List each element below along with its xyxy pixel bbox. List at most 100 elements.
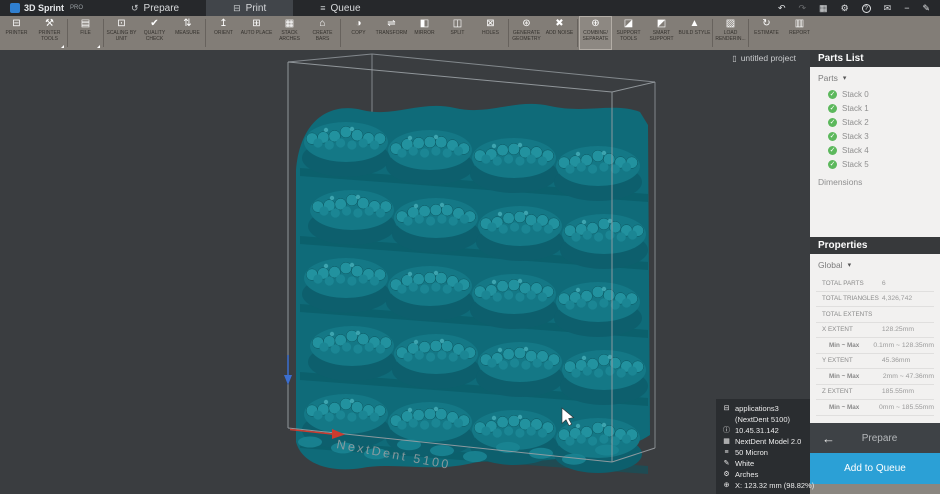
toolbar-label: SPLIT [451, 31, 465, 37]
list-item-stack-1[interactable]: ✓Stack 1 [810, 101, 940, 115]
more-indicator [97, 45, 100, 48]
redo-icon[interactable]: ↷ [799, 3, 807, 13]
properties-table: TOTAL PARTS6TOTAL TRIANGLES4,326,742TOTA… [816, 276, 934, 416]
toolbar-holes[interactable]: ⊠HOLES [474, 16, 507, 50]
toolbar-file[interactable]: ▤FILE [69, 16, 102, 50]
property-row-z-extent: Z EXTENT185.55mm [816, 385, 934, 401]
toolbar-separator [103, 19, 104, 47]
toolbar-separator [67, 19, 68, 47]
toolbar-stack-arches[interactable]: ▦STACK ARCHES [273, 16, 306, 50]
property-label: Z EXTENT [816, 388, 882, 395]
parts-group-toggle[interactable]: Parts ▾ [810, 67, 940, 87]
orient-icon: ↥ [219, 18, 227, 30]
toolbar-separator [577, 19, 578, 47]
toolbar-transform[interactable]: ⇌TRANSFORM [375, 16, 408, 50]
toolbar-label: REPORT [789, 31, 810, 37]
dimensions-section[interactable]: Dimensions [810, 171, 940, 193]
undo-icon[interactable]: ↶ [778, 3, 786, 13]
toolbar-copy[interactable]: ◑COPY [342, 16, 375, 50]
property-label: TOTAL TRIANGLES [816, 295, 882, 302]
list-item-stack-2[interactable]: ✓Stack 2 [810, 115, 940, 129]
prepare-nav[interactable]: ← Prepare [810, 423, 940, 453]
toolbar-mirror[interactable]: ◧MIRROR [408, 16, 441, 50]
stack-label: Stack 1 [842, 104, 869, 113]
toolbar-split[interactable]: ◫SPLIT [441, 16, 474, 50]
app-logo-icon [10, 3, 20, 13]
estimate-icon: ↻ [762, 18, 770, 30]
split-icon: ◫ [453, 18, 462, 30]
back-arrow-icon[interactable]: ← [810, 431, 845, 446]
toolbar-build-style[interactable]: ▲BUILD STYLE [678, 16, 711, 50]
toolbar-generate-geometry[interactable]: ⊛GENERATE GEOMETRY [510, 16, 543, 50]
toolbar-label: COMBINE/ SEPARATE [579, 31, 612, 42]
toolbar-combine-separate[interactable]: ⊕COMBINE/ SEPARATE [579, 16, 612, 50]
toolbar-estimate[interactable]: ↻ESTIMATE [750, 16, 783, 50]
tab-prepare[interactable]: ↺Prepare [104, 0, 206, 16]
toolbar-label: PRINTER [6, 31, 28, 37]
info-line: ✎White [722, 459, 806, 469]
list-item-stack-3[interactable]: ✓Stack 3 [810, 129, 940, 143]
toolbar-report[interactable]: ▥REPORT [783, 16, 816, 50]
list-item-stack-4[interactable]: ✓Stack 4 [810, 143, 940, 157]
toolbar-label: TRANSFORM [376, 31, 408, 37]
chevron-down-icon: ▾ [848, 261, 852, 269]
ip-icon: ⓘ [722, 426, 731, 436]
prepare-button[interactable]: Prepare [845, 433, 940, 444]
mail-icon[interactable]: ✉ [884, 3, 892, 13]
feedback-icon[interactable]: ✎ [922, 3, 930, 13]
list-item-stack-5[interactable]: ✓Stack 5 [810, 157, 940, 171]
toolbar-quality-check[interactable]: ✔QUALITY CHECK [138, 16, 171, 50]
toolbar-create-bars[interactable]: ⌂CREATE BARS [306, 16, 339, 50]
toolbar-measure[interactable]: ⇅MEASURE [171, 16, 204, 50]
toolbar-separator [205, 19, 206, 47]
stack-label: Stack 3 [842, 132, 869, 141]
add-noise-icon: ✖ [555, 18, 563, 30]
more-indicator [61, 45, 64, 48]
toolbar-printer[interactable]: ⊟PRINTER [0, 16, 33, 50]
3d-viewport[interactable]: NextDent 5100 ▯ untitled project ⊟applic… [0, 50, 810, 494]
bottom-strip [810, 484, 940, 494]
layout-grid-icon[interactable]: ▦ [819, 3, 828, 13]
list-item-stack-0[interactable]: ✓Stack 0 [810, 87, 940, 101]
toolbar-label: FILE [80, 31, 91, 37]
info-line: ⊟applications3 [722, 404, 806, 414]
toolbar-scaling-by-unit[interactable]: ⊡SCALING BY UNIT [105, 16, 138, 50]
add-to-queue-button[interactable]: Add to Queue [810, 453, 940, 484]
project-name: ▯ untitled project [732, 53, 796, 63]
tab-print[interactable]: ⊟Print [206, 0, 293, 16]
toolbar-printer-tools[interactable]: ⚒PRINTER TOOLS [33, 16, 66, 50]
z-axis-indicator [284, 355, 292, 385]
stack-label: Stack 0 [842, 90, 869, 99]
toolbar-orient[interactable]: ↥ORIENT [207, 16, 240, 50]
toolbar-label: ADD NOISE [546, 31, 574, 37]
toolbar-auto-place[interactable]: ⊞AUTO PLACE [240, 16, 273, 50]
toolbar-label: PRINTER TOOLS [33, 31, 66, 42]
property-label: Min ~ Max [816, 404, 879, 411]
property-value: 2mm ~ 47.36mm [883, 373, 934, 380]
dental-stacks-model[interactable] [296, 104, 650, 474]
check-icon: ✓ [828, 118, 837, 127]
parts-list-header: Parts List [810, 50, 940, 67]
settings-gear-icon[interactable]: ⚙ [841, 3, 849, 13]
toolbar-add-noise[interactable]: ✖ADD NOISE [543, 16, 576, 50]
toolbar-load-renderin[interactable]: ▨LOAD RENDERIN... [714, 16, 747, 50]
color-icon: ✎ [722, 459, 731, 469]
info-text: 50 Micron [735, 448, 768, 458]
help-icon[interactable]: ? [862, 4, 871, 13]
tab-queue[interactable]: ≡Queue [293, 0, 387, 16]
toolbar-label: HOLES [482, 31, 499, 37]
toolbar-label: CREATE BARS [306, 31, 339, 42]
info-text: NextDent Model 2.0 [735, 437, 801, 447]
minimize-icon[interactable]: − [904, 3, 909, 13]
parts-group-label: Parts [818, 73, 838, 83]
toolbar-smart-support[interactable]: ◩SMART SUPPORT [645, 16, 678, 50]
info-line: ⚙Arches [722, 470, 806, 480]
generate-geometry-icon: ⊛ [522, 18, 530, 30]
build-scene[interactable]: NextDent 5100 [0, 50, 810, 494]
global-group-label: Global [818, 260, 843, 270]
measure-icon: ⇅ [183, 18, 191, 30]
toolbar-support-tools[interactable]: ◪SUPPORT TOOLS [612, 16, 645, 50]
stack-label: Stack 4 [842, 146, 869, 155]
global-group-toggle[interactable]: Global ▾ [810, 254, 940, 274]
info-line: (NextDent 5100) [722, 415, 806, 425]
